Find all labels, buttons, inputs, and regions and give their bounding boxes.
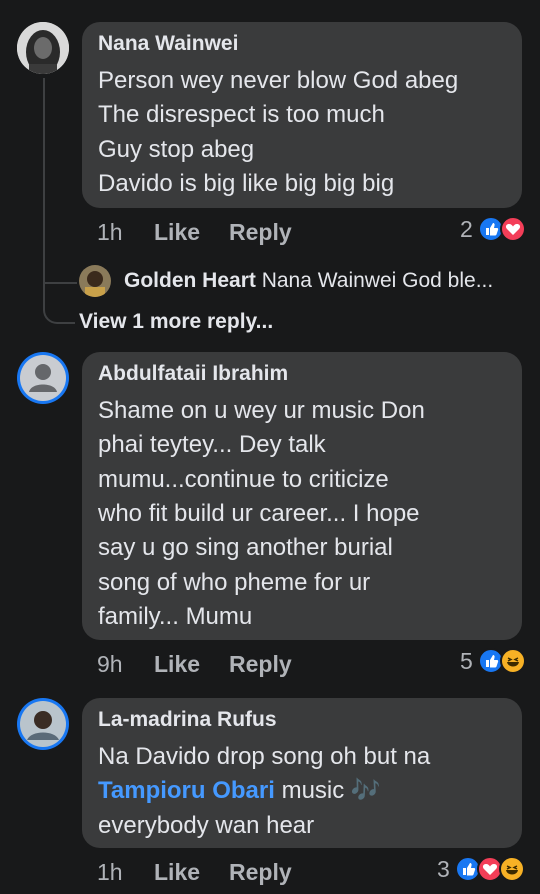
default-avatar-icon (20, 355, 66, 401)
comment-text-line: phai teytey... Dey talk (98, 431, 326, 458)
comment-bubble: La-madrina Rufus Na Davido drop song oh … (82, 698, 522, 848)
comment-bubble: Abdulfataii Ibrahim Shame on u wey ur mu… (82, 352, 522, 640)
reply-author[interactable]: Golden Heart (124, 269, 256, 292)
reply-preview[interactable]: Golden Heart Nana Wainwei God ble... (124, 269, 493, 293)
comment-text-line: Tampioru Obari music 🎶 (98, 774, 381, 809)
profile-photo-icon (20, 701, 66, 747)
avatar-abdulfataii-ibrahim[interactable] (17, 352, 69, 404)
view-more-replies[interactable]: View 1 more reply... (79, 310, 273, 334)
thread-line (43, 78, 45, 296)
comment-text-line: who fit build ur career... I hope (98, 500, 420, 527)
comment-author[interactable]: La-madrina Rufus (98, 708, 277, 732)
comment-text-line: Guy stop abeg (98, 136, 255, 163)
comment-author[interactable]: Nana Wainwei (98, 32, 238, 56)
comment-text-line: The disrespect is too much (98, 101, 385, 128)
comment-text-line: say u go sing another burial (98, 534, 393, 561)
reply-preview-text: Nana Wainwei God ble... (261, 269, 494, 292)
comment-timestamp[interactable]: 1h (97, 859, 123, 886)
comment-text-line: Na Davido drop song oh but na (98, 743, 431, 770)
haha-icon (499, 856, 525, 882)
like-button[interactable]: Like (154, 219, 200, 246)
comment-text-line: Person wey never blow God abeg (98, 67, 459, 94)
reaction-count[interactable]: 5 (460, 648, 473, 675)
avatar-la-madrina-rufus[interactable] (17, 698, 69, 750)
reply-button[interactable]: Reply (229, 859, 292, 886)
comment-text-line: Davido is big like big big big (98, 170, 395, 197)
comment-timestamp[interactable]: 1h (97, 219, 123, 246)
profile-photo-icon (17, 22, 69, 74)
thread-branch (43, 282, 77, 284)
comment-text-line: mumu...continue to criticize (98, 466, 389, 493)
reply-button[interactable]: Reply (229, 651, 292, 678)
haha-icon (500, 648, 526, 674)
like-button[interactable]: Like (154, 651, 200, 678)
reaction-count[interactable]: 2 (460, 216, 473, 243)
love-icon (500, 216, 526, 242)
reply-button[interactable]: Reply (229, 219, 292, 246)
avatar-golden-heart[interactable] (79, 265, 111, 297)
profile-photo-icon (79, 265, 111, 297)
mention-link[interactable]: Tampioru Obari (98, 777, 275, 804)
comment-text-line: everybody wan hear (98, 812, 315, 839)
avatar-nana-wainwei[interactable] (17, 22, 69, 74)
comment-bubble: Nana Wainwei Person wey never blow God a… (82, 22, 522, 208)
comment-text-line: Shame on u wey ur music Don (98, 397, 425, 424)
reaction-count[interactable]: 3 (437, 856, 450, 883)
comment-author[interactable]: Abdulfataii Ibrahim (98, 362, 288, 386)
comment-timestamp[interactable]: 9h (97, 651, 123, 678)
comment-text-line: family... Mumu (98, 603, 253, 630)
comment-text-line: song of who pheme for ur (98, 569, 371, 596)
thread-connector (43, 290, 75, 324)
comment-text-fragment: music 🎶 (274, 777, 381, 804)
like-button[interactable]: Like (154, 859, 200, 886)
